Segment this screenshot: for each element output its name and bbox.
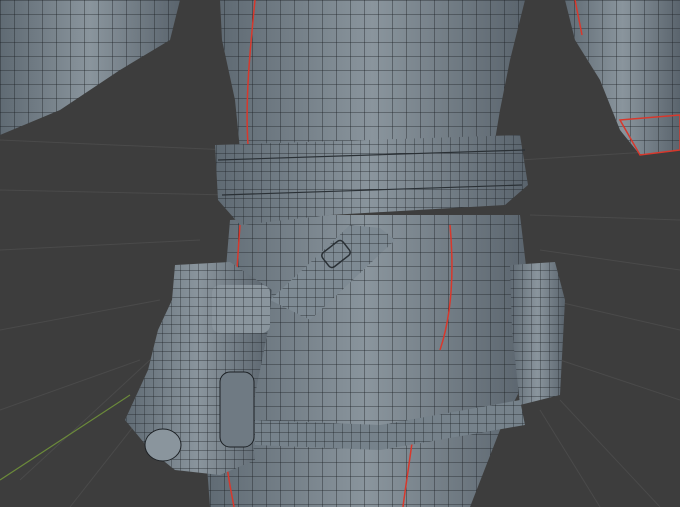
right-hip-pouch — [510, 262, 565, 405]
torso — [220, 0, 525, 150]
right-sleeve-cuff — [565, 0, 680, 156]
x-axis-line — [0, 394, 131, 481]
3d-viewport[interactable]: edit-mode-wireframe-overlay — [0, 0, 680, 507]
leg-holster-pouches — [125, 262, 272, 475]
left-arm-sleeve — [0, 0, 180, 135]
viewport-scene — [0, 0, 680, 507]
belt — [215, 135, 528, 225]
